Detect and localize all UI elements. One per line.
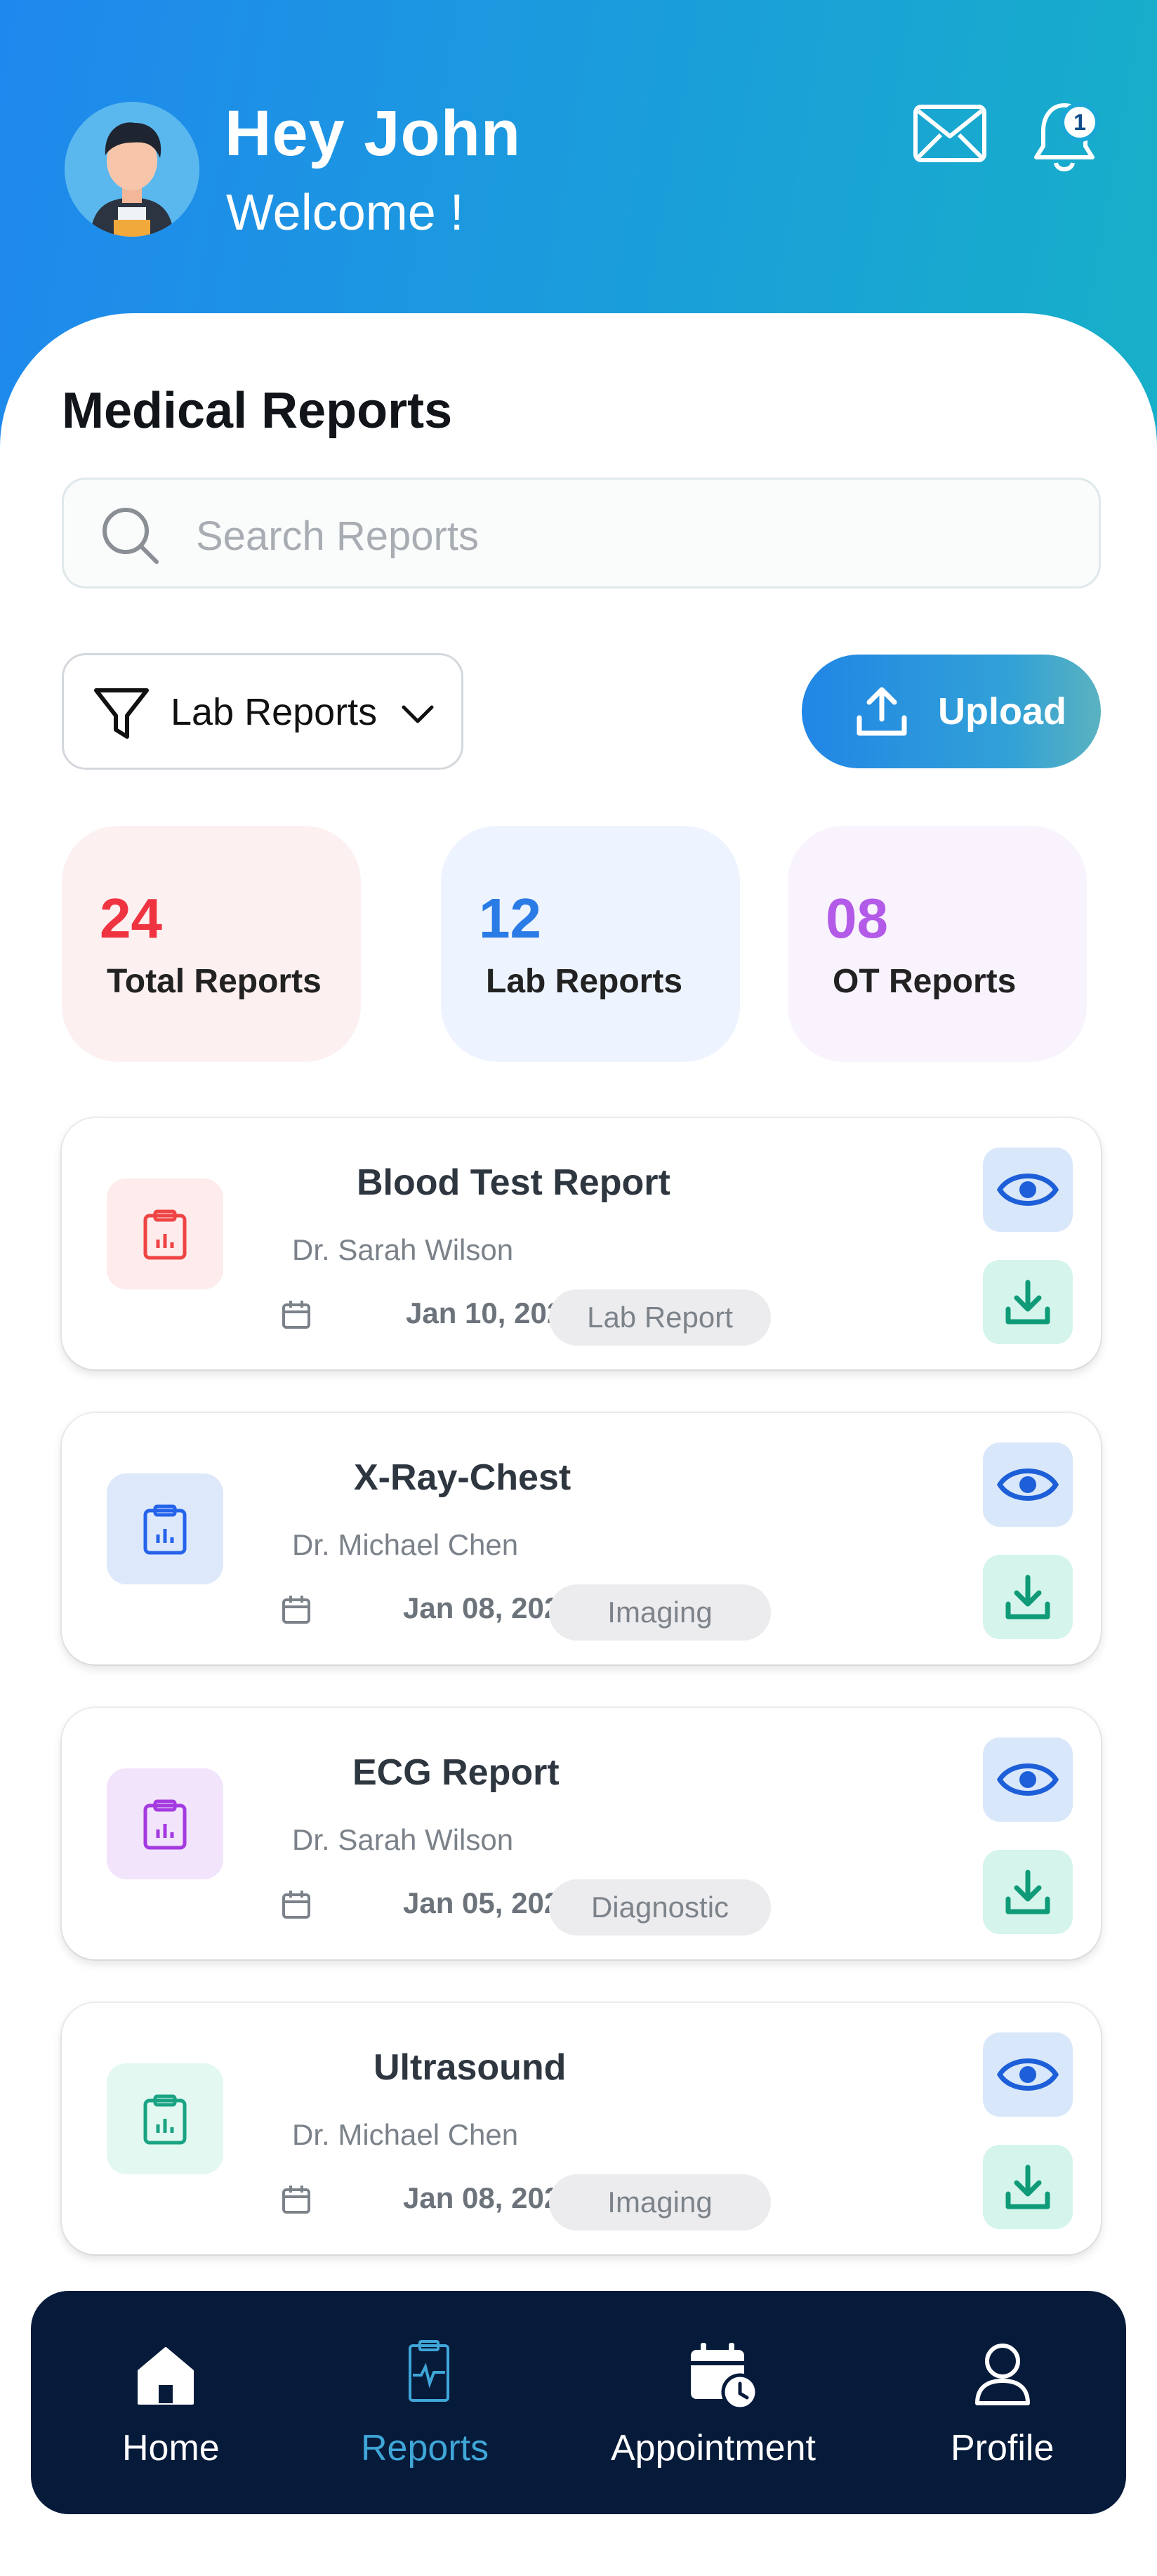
page-title: Medical Reports	[62, 383, 453, 439]
stat-value: 08	[826, 887, 888, 949]
search-bar[interactable]	[62, 478, 1101, 589]
report-doctor: Dr. Michael Chen	[292, 2118, 519, 2151]
nav-label-reports: Reports	[361, 2428, 489, 2469]
bottom-navigation: Home Reports Appointment Profile	[31, 2291, 1126, 2514]
download-report-button[interactable]	[983, 1850, 1073, 1934]
eye-icon	[997, 2058, 1059, 2091]
report-icon-box	[107, 1473, 223, 1584]
eye-icon	[997, 1468, 1059, 1501]
filter-icon	[94, 688, 149, 739]
calendar-icon	[282, 1301, 310, 1329]
stat-value: 12	[479, 887, 541, 949]
nav-item-reports[interactable]: Reports	[354, 2291, 515, 2514]
search-input[interactable]	[196, 508, 1038, 564]
user-icon	[975, 2344, 1030, 2405]
nav-label-profile: Profile	[951, 2428, 1054, 2469]
stat-card[interactable]: 24 Total Reports	[62, 826, 361, 1062]
view-report-button[interactable]	[983, 1148, 1073, 1232]
download-report-button[interactable]	[983, 1260, 1073, 1344]
upload-icon	[857, 687, 907, 736]
report-type-tag: Diagnostic	[549, 1879, 771, 1936]
nav-label-appointment: Appointment	[611, 2428, 816, 2469]
stat-label: OT Reports	[833, 963, 1017, 1000]
stat-card[interactable]: 12 Lab Reports	[441, 826, 740, 1062]
report-title: Blood Test Report	[357, 1162, 670, 1203]
report-card[interactable]: Blood Test Report Dr. Sarah Wilson Jan 10,…	[62, 1118, 1101, 1369]
report-doctor: Dr. Michael Chen	[292, 1528, 519, 1561]
greeting-title: Hey John	[225, 98, 522, 169]
clipboard-icon	[143, 1209, 187, 1260]
clipboard-icon	[143, 1504, 187, 1555]
view-report-button[interactable]	[983, 1737, 1073, 1822]
calendar-icon	[282, 2186, 310, 2214]
nav-item-home[interactable]: Home	[101, 2291, 234, 2514]
eye-icon	[997, 1763, 1059, 1796]
stat-label: Lab Reports	[486, 963, 683, 1000]
stat-label: Total Reports	[107, 963, 322, 1000]
stat-value: 24	[100, 887, 162, 949]
stat-card[interactable]: 08 OT Reports	[788, 826, 1087, 1062]
calendar-clock-icon	[691, 2343, 758, 2410]
search-icon	[103, 508, 159, 564]
report-card[interactable]: X-Ray-Chest Dr. Michael Chen Jan 08, 2026 I…	[62, 1413, 1101, 1664]
upload-label: Upload	[938, 690, 1066, 732]
clipboard-icon	[143, 2094, 187, 2145]
chevron-down-icon	[402, 705, 434, 723]
calendar-icon	[282, 1891, 310, 1919]
report-icon-box	[107, 2063, 223, 2174]
download-icon	[1005, 1280, 1050, 1325]
report-title: Ultrasound	[373, 2047, 567, 2088]
download-icon	[1005, 2164, 1050, 2209]
nav-item-appointment[interactable]: Appointment	[607, 2291, 838, 2514]
report-card[interactable]: Ultrasound Dr. Michael Chen Jan 08, 2026 Im…	[62, 2003, 1101, 2254]
report-type-tag: Imaging	[549, 2174, 771, 2230]
calendar-icon	[282, 1596, 310, 1624]
report-doctor: Dr. Sarah Wilson	[292, 1823, 514, 1856]
eye-icon	[997, 1174, 1059, 1206]
report-filter-dropdown[interactable]: Lab Reports	[62, 653, 463, 770]
download-report-button[interactable]	[983, 1555, 1073, 1639]
report-doctor: Dr. Sarah Wilson	[292, 1233, 514, 1266]
download-report-button[interactable]	[983, 2145, 1073, 2229]
filter-selected-label: Lab Reports	[171, 691, 378, 733]
report-card[interactable]: ECG Report Dr. Sarah Wilson Jan 05, 2026 Di…	[62, 1708, 1101, 1959]
view-report-button[interactable]	[983, 2032, 1073, 2117]
welcome-subtitle: Welcome !	[226, 185, 464, 241]
notification-badge: 1	[1060, 103, 1099, 142]
report-type-tag: Lab Report	[549, 1289, 771, 1346]
report-icon-box	[107, 1178, 223, 1289]
upload-button[interactable]: Upload	[802, 655, 1101, 768]
mail-icon[interactable]	[913, 104, 987, 163]
report-title: ECG Report	[352, 1752, 560, 1793]
report-icon-box	[107, 1768, 223, 1879]
avatar[interactable]	[65, 102, 199, 237]
download-icon	[1005, 1575, 1050, 1619]
view-report-button[interactable]	[983, 1443, 1073, 1527]
clipboard-icon	[143, 1799, 187, 1850]
report-title: X-Ray-Chest	[354, 1457, 571, 1498]
reports-icon	[409, 2340, 449, 2402]
report-type-tag: Imaging	[549, 1584, 771, 1641]
home-icon	[138, 2347, 194, 2405]
nav-item-profile[interactable]: Profile	[937, 2291, 1077, 2514]
download-icon	[1005, 1869, 1050, 1914]
nav-label-home: Home	[122, 2428, 220, 2469]
